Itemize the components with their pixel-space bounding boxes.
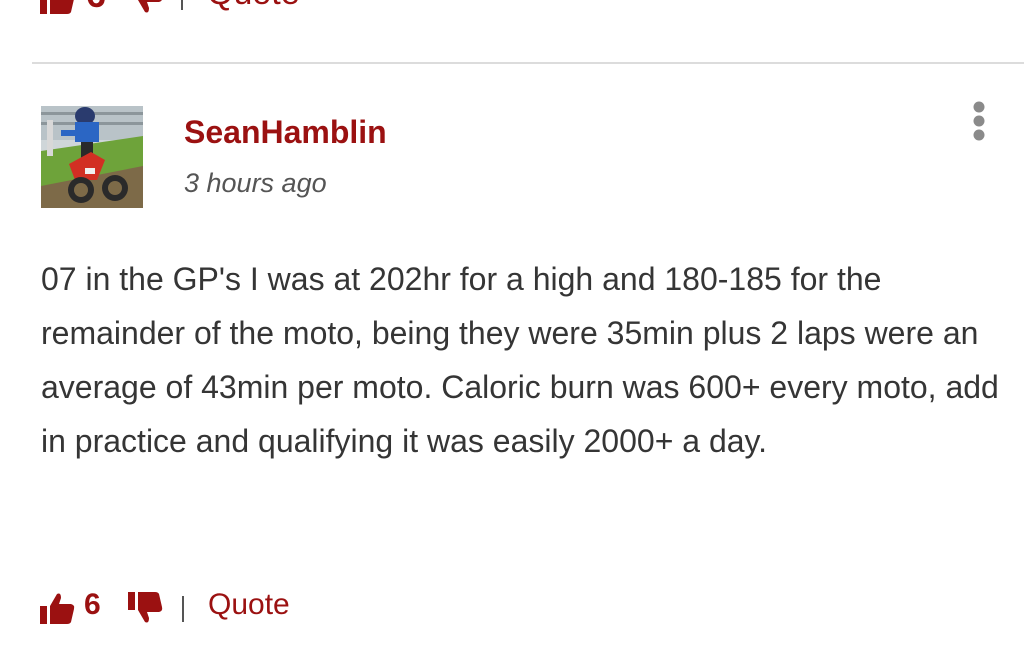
thumbs-down-icon[interactable] bbox=[126, 0, 166, 23]
quote-link[interactable]: Quote bbox=[207, 0, 300, 13]
more-vertical-icon[interactable] bbox=[968, 100, 990, 144]
thumbs-up-icon[interactable] bbox=[38, 0, 78, 23]
avatar[interactable] bbox=[41, 106, 143, 208]
thumbs-down-icon[interactable] bbox=[126, 588, 166, 628]
thumbs-up-icon[interactable] bbox=[38, 588, 78, 628]
like-count: 6 bbox=[86, 0, 106, 16]
post-body: 07 in the GP's I was at 202hr for a high… bbox=[41, 261, 999, 459]
author-name[interactable]: SeanHamblin bbox=[184, 114, 387, 151]
post-divider bbox=[32, 62, 1024, 64]
like-count: 6 bbox=[84, 588, 101, 621]
separator bbox=[182, 596, 184, 622]
quote-link[interactable]: Quote bbox=[208, 588, 290, 622]
post-actions: 6 Quote bbox=[38, 584, 438, 628]
previous-post-actions: 6 Quote bbox=[0, 0, 1024, 30]
post-timestamp: 3 hours ago bbox=[184, 168, 327, 198]
separator bbox=[181, 0, 183, 10]
